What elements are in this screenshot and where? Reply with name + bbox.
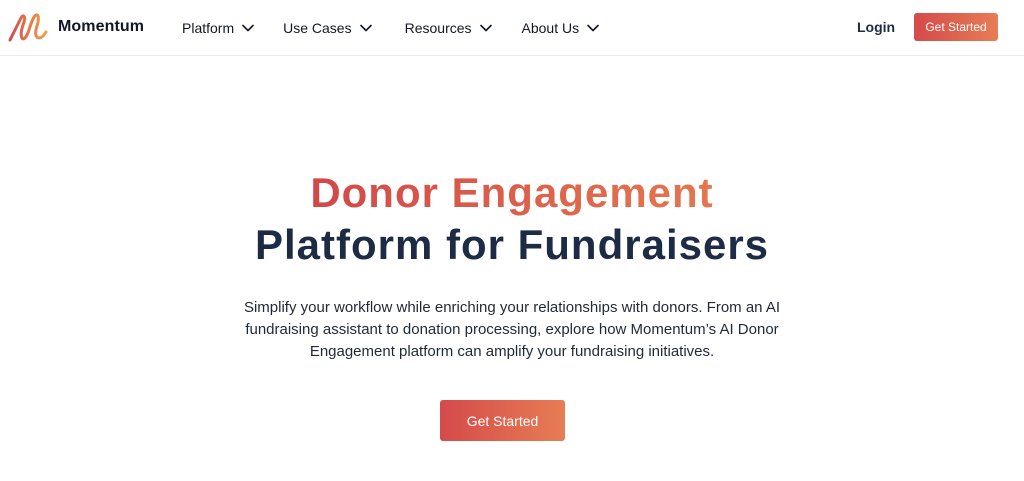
- top-navigation-bar: Momentum Platform Use Cases Resources Ab…: [0, 0, 1024, 56]
- chevron-down-icon: [242, 24, 254, 32]
- nav-item-use-cases[interactable]: Use Cases: [283, 20, 372, 36]
- hero-description: Simplify your workflow while enriching y…: [243, 299, 781, 360]
- login-link[interactable]: Login: [857, 19, 895, 35]
- header-get-started-button[interactable]: Get Started: [914, 13, 998, 41]
- hero-title-accent-text: Donor Engagement: [310, 169, 714, 216]
- nav-item-label: About Us: [521, 20, 580, 36]
- chevron-down-icon: [359, 24, 372, 32]
- nav-item-label: Platform: [182, 20, 235, 36]
- nav-item-resources[interactable]: Resources: [405, 20, 492, 36]
- nav-item-platform[interactable]: Platform: [182, 20, 254, 36]
- momentum-logo-icon: [8, 13, 48, 42]
- brand[interactable]: Momentum: [8, 10, 144, 44]
- nav-item-label: Resources: [404, 20, 472, 36]
- brand-name: Momentum: [58, 18, 145, 35]
- hero-title-accent: Donor Engagement: [0, 168, 1024, 218]
- chevron-down-icon: [479, 24, 492, 32]
- nav-item-about-us[interactable]: About Us: [522, 20, 600, 36]
- nav-item-label: Use Cases: [283, 20, 352, 36]
- main-nav: Platform Use Cases Resources About Us: [182, 0, 628, 56]
- chevron-down-icon: [587, 24, 599, 32]
- hero-get-started-button[interactable]: Get Started: [440, 400, 565, 441]
- hero-title-main: Platform for Fundraisers: [254, 221, 770, 268]
